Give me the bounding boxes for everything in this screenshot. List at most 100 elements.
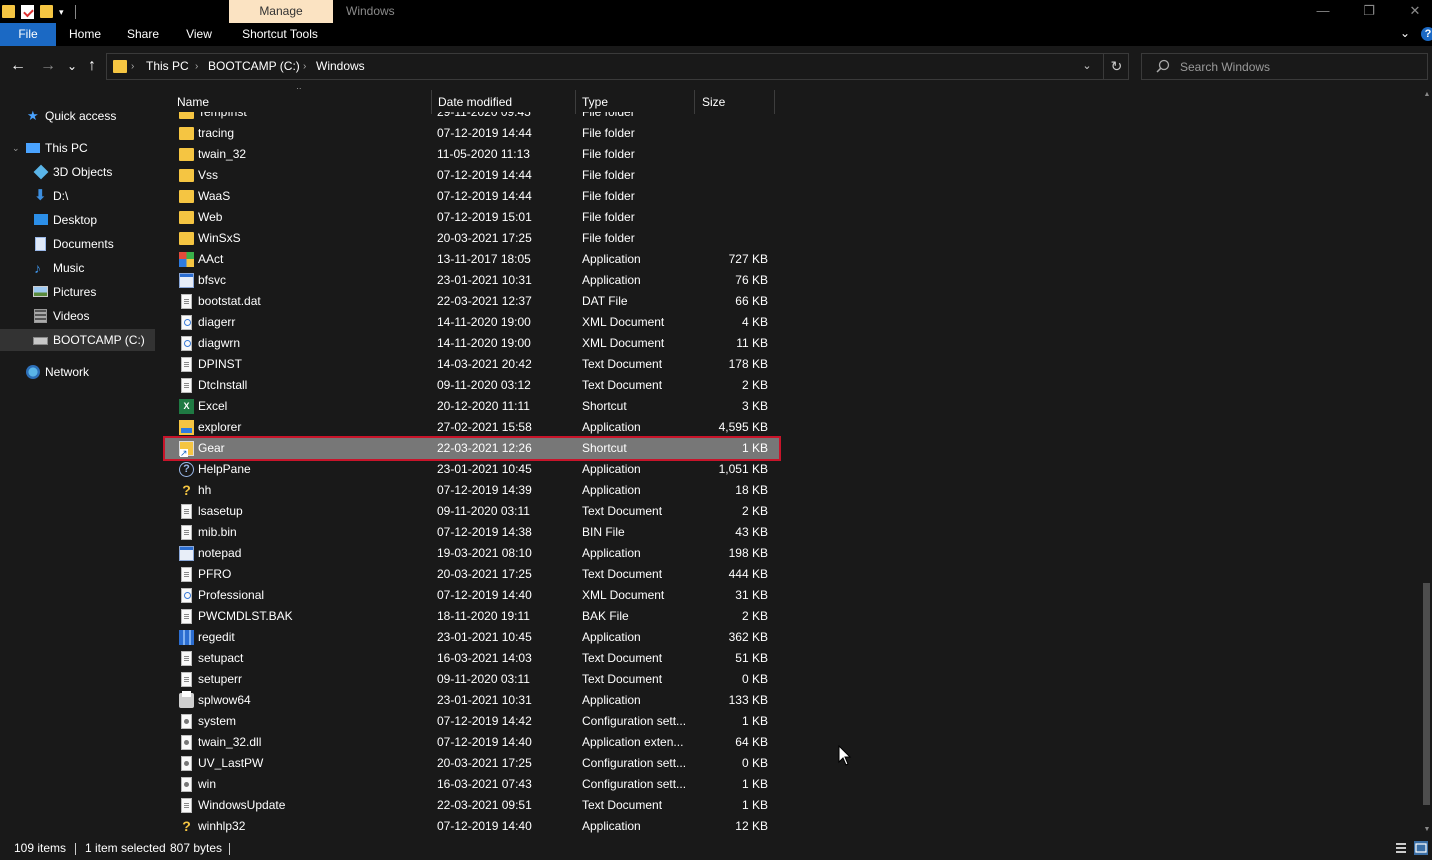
table-row[interactable]: explorer 27-02-2021 15:58 Application 4,595… <box>165 417 779 438</box>
tab-file[interactable]: File <box>0 23 56 46</box>
table-row[interactable]: win 16-03-2021 07:43 Configuration sett...… <box>165 774 779 795</box>
help-icon[interactable]: ? <box>1421 27 1432 41</box>
properties-icon[interactable] <box>21 4 34 19</box>
table-row[interactable]: diagwrn 14-11-2020 19:00 XML Document 11 KB <box>165 333 779 354</box>
maximize-button[interactable]: ❐ <box>1346 0 1392 23</box>
sidebar-item-pictures[interactable]: Pictures <box>0 281 155 303</box>
file-size: 2 KB <box>741 504 768 518</box>
sidebar-item-d-drive[interactable]: ⬇ D:\ <box>0 185 155 207</box>
table-row[interactable]: notepad 19-03-2021 08:10 Application 198 KB <box>165 543 779 564</box>
tab-share[interactable]: Share <box>122 23 164 46</box>
table-row[interactable]: twain_32 11-05-2020 11:13 File folder <box>165 144 779 165</box>
hh-file-icon: ? <box>182 482 191 498</box>
large-icons-view-icon[interactable] <box>1414 841 1428 855</box>
customize-toolbar-icon[interactable]: ▾ <box>59 6 69 18</box>
column-header-name[interactable]: Name <box>171 88 431 112</box>
table-row[interactable]: ? HelpPane 23-01-2021 10:45 Application 1,05… <box>165 459 779 480</box>
table-row[interactable]: twain_32.dll 07-12-2019 14:40 Application … <box>165 732 779 753</box>
table-row[interactable]: splwow64 23-01-2021 10:31 Application 133 K… <box>165 690 779 711</box>
breadcrumb-separator-icon[interactable]: › <box>303 54 306 79</box>
explorer-file-icon <box>179 420 194 435</box>
search-input[interactable] <box>1180 55 1420 78</box>
details-view-icon[interactable] <box>1394 841 1408 855</box>
table-row[interactable]: lsasetup 09-11-2020 03:11 Text Document 2 K… <box>165 501 779 522</box>
breadcrumb-bootcamp[interactable]: BOOTCAMP (C:) <box>208 54 300 79</box>
sidebar-item-quick-access[interactable]: ★ Quick access <box>0 105 155 127</box>
search-box[interactable] <box>1141 53 1428 80</box>
folder-icon[interactable] <box>2 5 15 18</box>
up-button[interactable]: ↑ <box>82 56 102 76</box>
table-row[interactable]: Web 07-12-2019 15:01 File folder <box>165 207 779 228</box>
sidebar-item-this-pc[interactable]: ⌄ This PC <box>0 137 155 159</box>
file-size: 727 KB <box>728 252 768 266</box>
scrollbar-thumb[interactable] <box>1423 583 1430 805</box>
star-icon: ★ <box>27 108 39 123</box>
file-name: Professional <box>198 588 265 602</box>
column-divider[interactable] <box>774 90 775 114</box>
table-row[interactable]: WinSxS 20-03-2021 17:25 File folder <box>165 228 779 249</box>
scroll-down-icon[interactable]: ▼ <box>1422 823 1432 837</box>
sidebar-item-network[interactable]: Network <box>0 361 155 383</box>
file-date: 09-11-2020 03:11 <box>437 672 530 686</box>
table-row[interactable]: Vss 07-12-2019 14:44 File folder <box>165 165 779 186</box>
column-divider[interactable] <box>694 90 695 114</box>
table-row[interactable]: PWCMDLST.BAK 18-11-2020 19:11 BAK File 2 KB <box>165 606 779 627</box>
back-button[interactable]: ← <box>8 56 28 76</box>
table-row[interactable]: WaaS 07-12-2019 14:44 File folder <box>165 186 779 207</box>
table-row[interactable]: system 07-12-2019 14:42 Configuration sett… <box>165 711 779 732</box>
file-size: 1 KB <box>741 798 768 812</box>
tab-view[interactable]: View <box>180 23 218 46</box>
scroll-up-icon[interactable]: ▲ <box>1422 88 1432 102</box>
table-row[interactable]: setupact 16-03-2021 14:03 Text Document 51 … <box>165 648 779 669</box>
table-row[interactable]: UV_LastPW 20-03-2021 17:25 Configuration s… <box>165 753 779 774</box>
vertical-scrollbar[interactable]: ▲ ▼ <box>1422 88 1432 837</box>
table-row[interactable]: DPINST 14-03-2021 20:42 Text Document 178 K… <box>165 354 779 375</box>
table-row[interactable]: mib.bin 07-12-2019 14:38 BIN File 43 KB <box>165 522 779 543</box>
file-name: bootstat.dat <box>198 294 261 308</box>
minimize-button[interactable]: — <box>1300 0 1346 23</box>
file-date: 07-12-2019 14:40 <box>437 819 532 833</box>
column-header-date[interactable]: Date modified <box>432 88 575 112</box>
recent-locations-button[interactable]: ⌄ <box>62 56 82 76</box>
table-row[interactable]: setuperr 09-11-2020 03:11 Text Document 0 K… <box>165 669 779 690</box>
address-dropdown-icon[interactable]: ⌄ <box>1077 54 1097 79</box>
tab-home[interactable]: Home <box>64 23 106 46</box>
sidebar-item-documents[interactable]: Documents <box>0 233 155 255</box>
expand-icon[interactable]: ⌄ <box>12 137 20 159</box>
chevron-down-icon[interactable]: ⌄ <box>1400 26 1410 40</box>
table-row[interactable]: DtcInstall 09-11-2020 03:12 Text Document 2… <box>165 375 779 396</box>
table-row[interactable]: ? winhlp32 07-12-2019 14:40 Application 12 K… <box>165 816 779 837</box>
sidebar-item-bootcamp[interactable]: BOOTCAMP (C:) <box>0 329 155 351</box>
table-row[interactable]: Professional 07-12-2019 14:40 XML Document… <box>165 585 779 606</box>
table-row[interactable]: ? hh 07-12-2019 14:39 Application 18 KB <box>165 480 779 501</box>
sidebar-item-videos[interactable]: Videos <box>0 305 155 327</box>
column-header-size[interactable]: Size <box>696 88 774 112</box>
sidebar-item-3d-objects[interactable]: 3D Objects <box>0 161 155 183</box>
sidebar-item-music[interactable]: ♪ Music <box>0 257 155 279</box>
breadcrumb-separator-icon[interactable]: › <box>131 54 134 79</box>
table-row-selected[interactable]: Gear 22-03-2021 12:26 Shortcut 1 KB <box>163 436 781 461</box>
table-row[interactable]: diagerr 14-11-2020 19:00 XML Document 4 KB <box>165 312 779 333</box>
manage-contextual-tab[interactable]: Manage <box>229 0 333 23</box>
column-header-type[interactable]: Type <box>576 88 694 112</box>
close-button[interactable]: ✕ <box>1392 0 1432 23</box>
table-row[interactable]: WindowsUpdate 22-03-2021 09:51 Text Docume… <box>165 795 779 816</box>
refresh-button[interactable]: ↻ <box>1103 54 1129 79</box>
address-bar[interactable]: › This PC › BOOTCAMP (C:) › Windows ⌄ ↻ <box>106 53 1129 80</box>
sidebar-item-desktop[interactable]: Desktop <box>0 209 155 231</box>
new-folder-icon[interactable] <box>40 5 53 18</box>
tab-shortcut-tools[interactable]: Shortcut Tools <box>236 23 324 46</box>
table-row[interactable]: AAct 13-11-2017 18:05 Application 727 KB <box>165 249 779 270</box>
breadcrumb-windows[interactable]: Windows <box>316 54 365 79</box>
table-row[interactable]: tracing 07-12-2019 14:44 File folder <box>165 123 779 144</box>
table-row[interactable]: bfsvc 23-01-2021 10:31 Application 76 KB <box>165 270 779 291</box>
file-date: 23-01-2021 10:31 <box>437 693 532 707</box>
table-row[interactable]: bootstat.dat 22-03-2021 12:37 DAT File 66 K… <box>165 291 779 312</box>
breadcrumb-this-pc[interactable]: This PC <box>146 54 189 79</box>
table-row[interactable]: PFRO 20-03-2021 17:25 Text Document 444 KB <box>165 564 779 585</box>
table-row[interactable]: regedit 23-01-2021 10:45 Application 362 KB <box>165 627 779 648</box>
forward-button[interactable]: → <box>38 56 58 76</box>
breadcrumb-separator-icon[interactable]: › <box>195 54 198 79</box>
table-row[interactable]: X Excel 20-12-2020 11:11 Shortcut 3 KB <box>165 396 779 417</box>
sidebar-item-label: Quick access <box>45 109 117 123</box>
